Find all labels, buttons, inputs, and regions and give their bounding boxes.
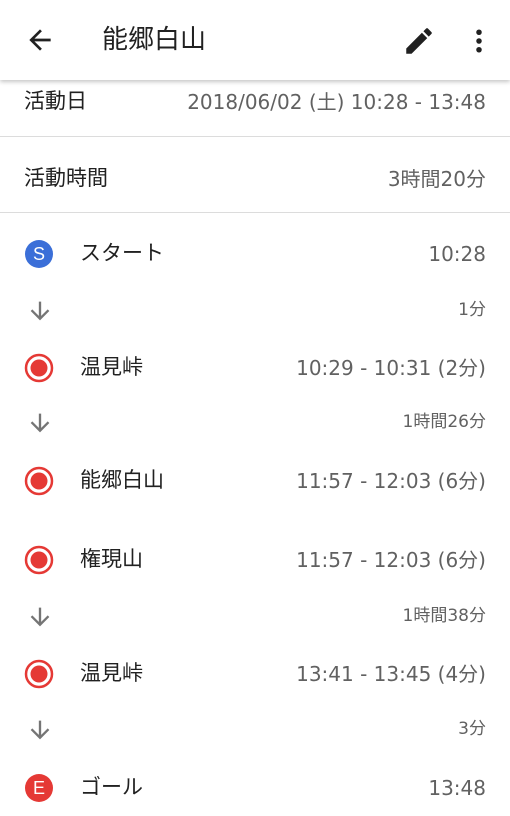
timeline-duration: 3分 — [458, 719, 486, 739]
timeline-point-name: スタート — [80, 241, 164, 265]
activity-date-value: 2018/06/02 (土) 10:28 - 13:48 — [187, 90, 486, 114]
waypoint-marker-icon — [24, 659, 54, 689]
timeline-duration: 1分 — [458, 300, 486, 320]
app-bar: 能郷白山 — [0, 0, 510, 80]
start-marker-icon: S — [25, 240, 53, 268]
arrow-down-icon — [30, 720, 50, 740]
timeline-waypoint-row[interactable]: 温見峠 10:29 - 10:31 (2分) — [0, 340, 510, 396]
timeline-end-row[interactable]: E ゴール 13:48 — [0, 760, 510, 816]
timeline-point-name: 温見峠 — [80, 661, 143, 685]
timeline-point-name: 権現山 — [80, 547, 143, 571]
end-marker-icon: E — [25, 774, 53, 802]
timeline-point-time: 11:57 - 12:03 (6分) — [296, 469, 486, 493]
timeline-waypoint-row[interactable]: 能郷白山 11:57 - 12:03 (6分) — [0, 453, 510, 509]
more-vert-icon[interactable] — [464, 24, 494, 58]
activity-time-value: 3時間20分 — [387, 167, 486, 191]
timeline-gap-row: 1時間38分 — [0, 592, 510, 642]
waypoint-marker-icon — [24, 466, 54, 496]
waypoint-marker-icon — [24, 353, 54, 383]
timeline-point-time: 11:57 - 12:03 (6分) — [296, 548, 486, 572]
timeline-point-name: ゴール — [80, 775, 143, 799]
end-marker-letter: E — [33, 778, 45, 798]
timeline-point-time: 10:28 — [428, 242, 486, 266]
edit-pencil-icon[interactable] — [402, 24, 436, 58]
timeline-duration: 1時間26分 — [402, 412, 486, 432]
timeline-gap-row: 1時間26分 — [0, 398, 510, 448]
timeline-waypoint-row[interactable]: 権現山 11:57 - 12:03 (6分) — [0, 532, 510, 588]
timeline-duration: 1時間38分 — [402, 606, 486, 626]
timeline-gap-row: 3分 — [0, 705, 510, 755]
timeline-point-time: 13:41 - 13:45 (4分) — [296, 662, 486, 686]
timeline-point-name: 温見峠 — [80, 355, 143, 379]
activity-time-row: 活動時間 3時間20分 — [0, 137, 510, 213]
start-marker-letter: S — [33, 244, 45, 264]
timeline-point-name: 能郷白山 — [80, 468, 164, 492]
arrow-down-icon — [30, 607, 50, 627]
timeline-point-time: 13:48 — [428, 776, 486, 800]
timeline-gap-row: 1分 — [0, 286, 510, 336]
timeline-point-time: 10:29 - 10:31 (2分) — [296, 356, 486, 380]
timeline-waypoint-row[interactable]: 温見峠 13:41 - 13:45 (4分) — [0, 646, 510, 702]
timeline-start-row[interactable]: S スタート 10:28 — [0, 226, 510, 282]
arrow-down-icon — [30, 413, 50, 433]
page-title: 能郷白山 — [102, 25, 207, 55]
back-arrow-icon[interactable] — [24, 24, 56, 56]
waypoint-marker-icon — [24, 545, 54, 575]
activity-date-label: 活動日 — [24, 89, 87, 113]
arrow-down-icon — [30, 301, 50, 321]
activity-time-label: 活動時間 — [24, 166, 108, 190]
